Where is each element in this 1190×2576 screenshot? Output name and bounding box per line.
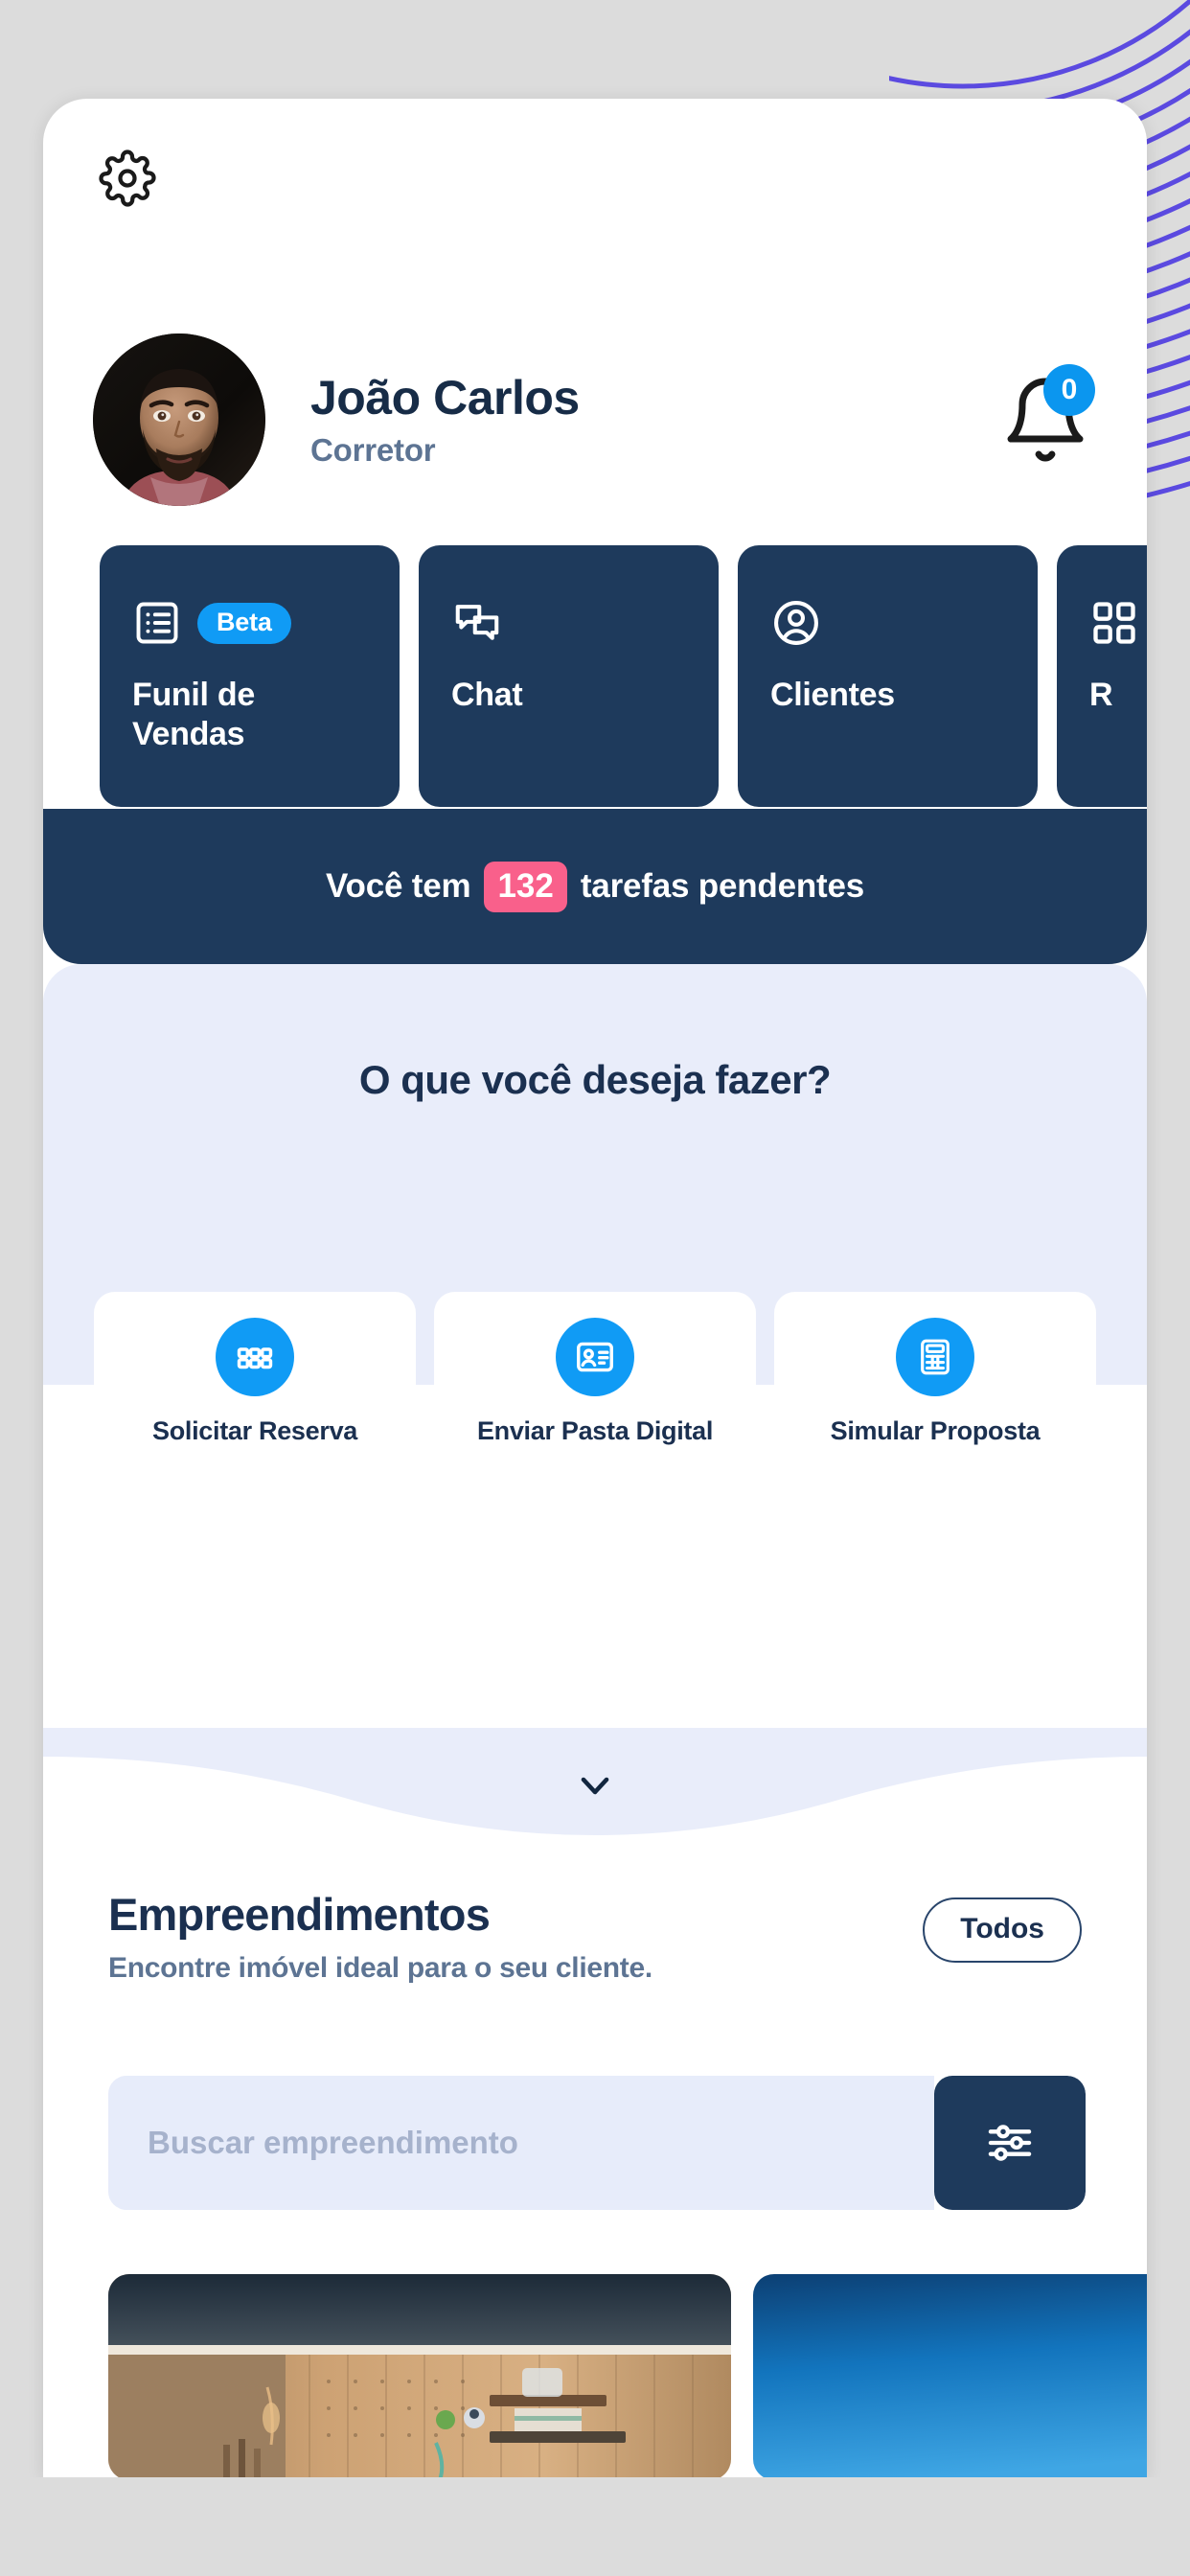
action-label: Simular Proposta xyxy=(830,1416,1041,1445)
nav-card-label: Clientes xyxy=(770,677,895,713)
action-card-simular-proposta[interactable]: Simular Proposta xyxy=(774,1292,1096,1462)
screen-bottom-background xyxy=(0,2477,1190,2576)
search-input[interactable] xyxy=(108,2076,934,2210)
action-icon-circle xyxy=(556,1318,634,1396)
nav-card-chat[interactable]: Chat xyxy=(419,545,719,807)
section-title: Empreendimentos xyxy=(108,1889,491,1940)
user-circle-icon xyxy=(774,601,818,645)
nav-card-label: Funil de Vendas xyxy=(132,677,255,753)
action-label: Solicitar Reserva xyxy=(151,1416,358,1445)
profile-header: João Carlos Corretor 0 xyxy=(43,334,1147,506)
action-card-solicitar-reserva[interactable]: Solicitar Reserva xyxy=(94,1292,416,1462)
id-card-icon xyxy=(577,1342,613,1372)
panel-expander[interactable] xyxy=(43,1728,1147,1852)
nav-card-funil[interactable]: Beta Funil de Vendas xyxy=(100,545,400,807)
section-subtitle: Encontre imóvel ideal para o seu cliente… xyxy=(108,1952,652,1985)
sliders-icon xyxy=(988,2125,1032,2161)
empreendimentos-text: Empreendimentos Encontre imóvel ideal pa… xyxy=(108,1891,652,1985)
tasks-count-badge: 132 xyxy=(484,861,567,912)
avatar-photo xyxy=(93,334,265,506)
list-icon xyxy=(136,602,178,644)
filter-button[interactable] xyxy=(934,2076,1086,2210)
beta-badge: Beta xyxy=(197,602,291,644)
nav-card-clientes[interactable]: Clientes xyxy=(738,545,1038,807)
nav-card-relatorios[interactable]: R xyxy=(1057,545,1147,807)
action-icon-circle xyxy=(216,1318,294,1396)
notification-badge: 0 xyxy=(1043,364,1095,416)
screen: João Carlos Corretor 0 Beta Funil de Ven… xyxy=(0,0,1190,2576)
empreendimentos-section: Empreendimentos Encontre imóvel ideal pa… xyxy=(43,1891,1147,1985)
property-card[interactable] xyxy=(753,2274,1147,2477)
grid-six-icon xyxy=(237,1347,273,1369)
gear-icon xyxy=(99,150,156,207)
action-card-enviar-pasta-digital[interactable]: Enviar Pasta Digital xyxy=(434,1292,756,1462)
actions-heading: O que você deseja fazer? xyxy=(358,1057,832,1102)
interior-photo xyxy=(108,2274,731,2477)
search-row xyxy=(108,2076,1086,2210)
profile-text: João Carlos Corretor xyxy=(310,372,999,469)
building-photo xyxy=(753,2274,1147,2477)
pending-tasks-banner[interactable]: Você tem 132 tarefas pendentes xyxy=(43,809,1147,964)
notifications-button[interactable]: 0 xyxy=(999,364,1095,466)
chevron-down-icon xyxy=(581,1777,609,1795)
user-name: João Carlos xyxy=(310,370,580,425)
phone-screen: João Carlos Corretor 0 Beta Funil de Ven… xyxy=(43,99,1147,2477)
settings-button[interactable] xyxy=(99,150,156,207)
tasks-prefix: Você tem xyxy=(326,867,471,905)
calculator-icon xyxy=(921,1339,950,1375)
nav-card-label: Chat xyxy=(451,677,523,713)
nav-card-label: R xyxy=(1089,677,1113,713)
avatar[interactable] xyxy=(93,334,265,506)
grid-icon xyxy=(1093,602,1135,644)
property-cards-row[interactable] xyxy=(108,2274,1147,2477)
property-card[interactable] xyxy=(108,2274,731,2477)
actions-grid: Solicitar Reserva Enviar Pasta Digital S… xyxy=(43,1292,1147,1462)
user-role: Corretor xyxy=(310,431,436,468)
quick-nav-row[interactable]: Beta Funil de Vendas Chat Clientes R xyxy=(43,545,1147,809)
action-label: Enviar Pasta Digital xyxy=(476,1416,714,1445)
todos-button[interactable]: Todos xyxy=(923,1898,1082,1963)
chat-bubbles-icon xyxy=(455,605,499,640)
action-icon-circle xyxy=(896,1318,974,1396)
tasks-suffix: tarefas pendentes xyxy=(580,867,864,905)
